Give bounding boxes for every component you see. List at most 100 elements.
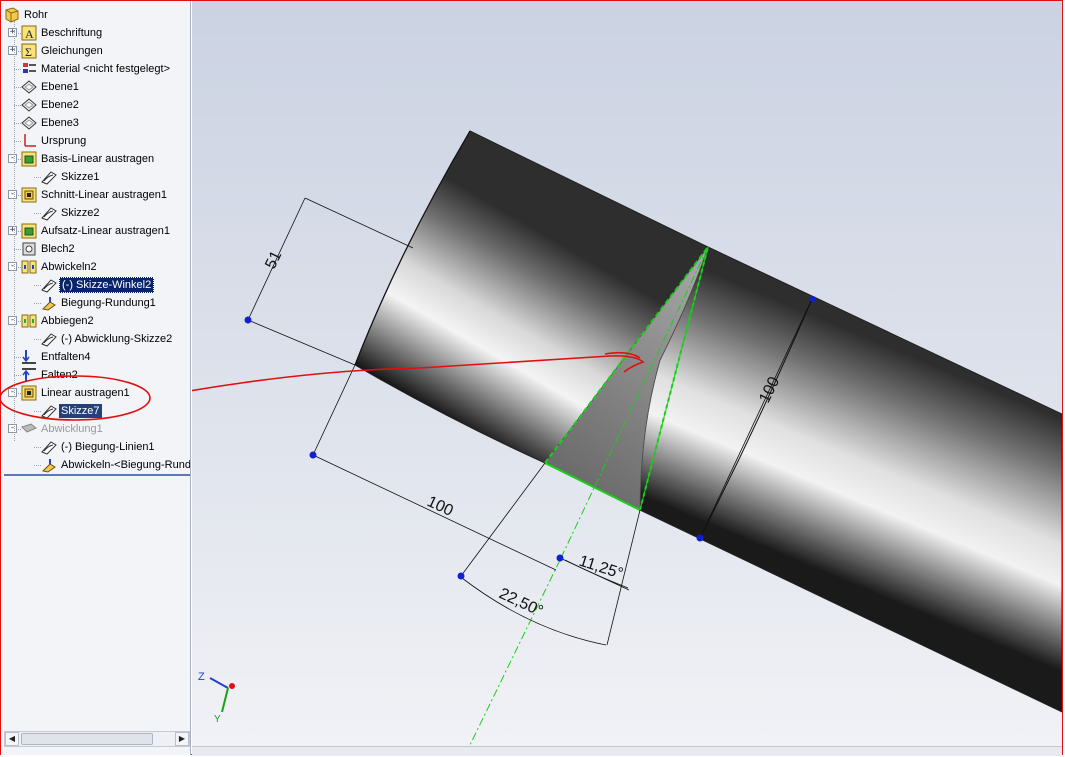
dimension-100-left[interactable]: 100	[424, 493, 455, 520]
fold-icon	[21, 313, 37, 329]
svg-text:Σ: Σ	[25, 45, 32, 59]
tree-item[interactable]: Skizze1	[41, 168, 102, 186]
tree-item[interactable]: Basis-Linear austragen	[21, 150, 156, 168]
graphics-viewport[interactable]: 51 100 100 11,25° 22,50° Z Y	[192, 1, 1062, 746]
base-extrude-icon	[21, 151, 37, 167]
bend-icon	[41, 457, 57, 473]
tree-item-label: Skizze1	[61, 171, 100, 183]
tree-item[interactable]: Aufsatz-Linear austragen1	[21, 222, 172, 240]
tree-item[interactable]: Ursprung	[21, 132, 88, 150]
tree-connector	[14, 105, 21, 106]
tree-connector	[14, 69, 21, 70]
tree-item-label: Biegung-Rundung1	[61, 297, 156, 309]
bend-icon	[41, 295, 57, 311]
tree-item-label: Ebene1	[41, 81, 79, 93]
tree-item[interactable]: Blech2	[21, 240, 77, 258]
tree-connector	[34, 303, 41, 304]
tree-item-label: (-) Biegung-Linien1	[61, 441, 155, 453]
expand-button[interactable]: +	[8, 226, 17, 235]
origin-icon	[21, 133, 37, 149]
tree-item-label: Abwickeln2	[41, 261, 97, 273]
tree-connector	[34, 285, 41, 286]
tree-item-label: (-) Skizze-Winkel2	[59, 277, 155, 293]
unfold-arrow-icon	[21, 349, 37, 365]
tree-connector	[34, 447, 41, 448]
tree-connector	[34, 213, 41, 214]
sketch-icon	[41, 277, 57, 293]
tree-item-label: Ursprung	[41, 135, 87, 147]
tube-right-body	[639, 246, 1062, 713]
tree-connector	[14, 357, 21, 358]
tree-connector	[14, 123, 21, 124]
tree-item-label: Entfalten4	[41, 351, 91, 363]
tree-connector	[14, 141, 21, 142]
triad-z-label: Z	[198, 671, 205, 683]
tree-item[interactable]: Biegung-Rundung1	[41, 294, 158, 312]
scroll-thumb[interactable]	[21, 733, 153, 745]
annotation-icon: A	[21, 25, 37, 41]
tree-item[interactable]: Σ Gleichungen	[21, 42, 105, 60]
tree-connector	[34, 177, 41, 178]
collapse-button[interactable]: -	[8, 190, 17, 199]
plane-icon	[21, 115, 37, 131]
angle-small[interactable]: 11,25°	[577, 553, 625, 583]
tree-item[interactable]: (-) Biegung-Linien1	[41, 438, 157, 456]
tree-connector	[14, 87, 21, 88]
tree-item-label: Basis-Linear austragen	[41, 153, 155, 165]
collapse-button[interactable]: -	[8, 316, 17, 325]
tree-item[interactable]: (-) Skizze-Winkel2	[41, 276, 155, 294]
tree-item[interactable]: A Beschriftung	[21, 24, 104, 42]
tree-item[interactable]: Abwickeln2	[21, 258, 99, 276]
tree-item[interactable]: Ebene2	[21, 96, 81, 114]
tree-item-label: Aufsatz-Linear austragen1	[41, 225, 171, 237]
collapse-button[interactable]: -	[8, 262, 17, 271]
tree-item-label: Ebene3	[41, 117, 79, 129]
tree-item[interactable]: Rohr	[4, 6, 50, 24]
cut-extrude-icon	[21, 187, 37, 203]
tree-item-label: Rohr	[24, 9, 48, 21]
tree-item[interactable]: Material <nicht festgelegt>	[21, 60, 172, 78]
dimension-51[interactable]: 51	[262, 248, 285, 272]
material-icon	[21, 61, 37, 77]
status-bar	[192, 746, 1062, 756]
sketch-icon	[41, 205, 57, 221]
tree-item-label: Gleichungen	[41, 45, 103, 57]
scroll-right-button[interactable]: ▶	[175, 732, 189, 746]
tree-item[interactable]: Entfalten4	[21, 348, 93, 366]
tree-item-label: Schnitt-Linear austragen1	[41, 189, 167, 201]
tree-connector	[14, 249, 21, 250]
tree-item-label: Abwickeln-<Biegung-Rundu	[61, 459, 191, 471]
view-triad-icon: Z Y	[198, 671, 235, 725]
expand-button[interactable]: +	[8, 46, 17, 55]
tree-item[interactable]: Ebene3	[21, 114, 81, 132]
sketch-icon	[41, 169, 57, 185]
tree-item[interactable]: (-) Abwicklung-Skizze2	[41, 330, 174, 348]
horizontal-scrollbar[interactable]: ◀ ▶	[4, 731, 190, 747]
sketch-icon	[41, 331, 57, 347]
unfold-icon	[21, 259, 37, 275]
collapse-button[interactable]: -	[8, 154, 17, 163]
triad-y-label: Y	[214, 714, 221, 725]
tree-item[interactable]: Schnitt-Linear austragen1	[21, 186, 169, 204]
sheet-metal-icon	[21, 241, 37, 257]
plane-icon	[21, 97, 37, 113]
scroll-left-button[interactable]: ◀	[5, 732, 19, 746]
tree-item[interactable]: Ebene1	[21, 78, 81, 96]
boss-extrude-icon	[21, 223, 37, 239]
tree-item-label: Ebene2	[41, 99, 79, 111]
annotation-circle	[0, 375, 151, 421]
tree-item-label: Blech2	[41, 243, 75, 255]
expand-button[interactable]: +	[8, 28, 17, 37]
tree-item-label: Abbiegen2	[41, 315, 94, 327]
tree-connector	[34, 339, 41, 340]
plane-icon	[21, 79, 37, 95]
part-icon	[4, 7, 20, 23]
tree-item[interactable]: Abbiegen2	[21, 312, 96, 330]
tree-item-label: Material <nicht festgelegt>	[41, 63, 171, 75]
svg-text:A: A	[25, 27, 34, 41]
tree-item[interactable]: Abwickeln-<Biegung-Rundu	[41, 456, 191, 474]
tree-connector	[34, 465, 41, 466]
tree-item[interactable]: Skizze2	[41, 204, 102, 222]
sketch-icon	[41, 439, 57, 455]
tree-item-label: Beschriftung	[41, 27, 103, 39]
